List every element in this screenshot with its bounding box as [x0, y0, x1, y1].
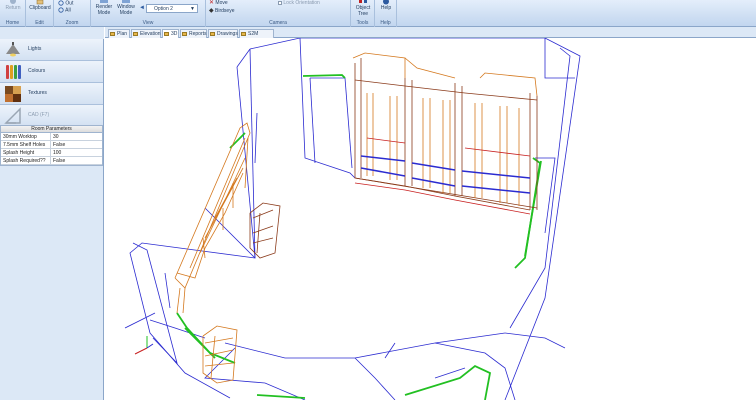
chevron-down-icon: ▼ — [190, 6, 195, 12]
ribbon-group-label-help: Help — [380, 20, 391, 26]
object-tree-button[interactable]: Object Tree — [352, 0, 374, 17]
lock-orientation-checkbox[interactable]: Lock Orientation — [278, 0, 338, 6]
move-label: Move — [215, 0, 228, 6]
tab-s2m-center[interactable]: S2M Center — [239, 29, 274, 45]
param-value[interactable]: False — [51, 157, 102, 164]
cad-icon — [4, 107, 21, 124]
tab-3d[interactable]: 3D — [162, 29, 179, 38]
ribbon-group-label-home: Home — [5, 20, 20, 26]
help-button[interactable]: Help — [376, 0, 396, 11]
textures-label: Textures — [28, 90, 47, 96]
lights-button[interactable]: Lights — [0, 39, 103, 61]
param-value[interactable]: 100 — [51, 149, 102, 156]
object-tree-label: Object Tree — [355, 5, 371, 17]
window-mode-label: Window Mode — [117, 4, 135, 16]
colours-icon — [6, 65, 21, 79]
left-wall-cabinets — [174, 122, 251, 314]
textures-button[interactable]: Textures — [0, 83, 103, 105]
ribbon-group-label-view: View — [142, 20, 154, 26]
3d-icon — [164, 32, 169, 36]
colours-button[interactable]: Colours — [0, 61, 103, 83]
ribbon: Return Home Clipboard Edit Out All Zoom … — [0, 0, 756, 27]
ribbon-group-label-camera: Camera — [269, 20, 287, 26]
tab-plan[interactable]: Plan — [108, 29, 130, 38]
ribbon-group-camera: ✕ Move ◆ Birdseye Lock Orientation Camer… — [206, 0, 351, 27]
ribbon-group-edit: Clipboard Edit — [26, 0, 54, 27]
window-mode-button[interactable]: Window Mode — [115, 0, 137, 16]
zoom-all-icon — [58, 7, 64, 13]
back-wall-cabinet-frames — [352, 52, 538, 206]
tab-label: Drawings — [217, 31, 238, 37]
ribbon-group-home: Return Home — [0, 0, 26, 27]
param-value[interactable]: 30 — [51, 133, 102, 140]
option-select-value: Option 2 — [154, 6, 173, 12]
tab-label: Plan — [117, 31, 128, 37]
move-button[interactable]: ✕ Move — [209, 0, 249, 6]
zoom-all-button[interactable]: All — [58, 7, 88, 13]
colours-label: Colours — [28, 68, 46, 74]
param-key: 30mm Worktop — [1, 133, 51, 140]
param-key: 7.5mm Shelf Holes — [1, 141, 51, 148]
plan-icon — [110, 32, 115, 36]
room-walls — [124, 38, 581, 400]
tab-reports[interactable]: Reports — [180, 29, 207, 38]
s2m-center-icon — [241, 32, 246, 36]
reports-icon — [182, 32, 187, 36]
zoom-all-label: All — [65, 7, 71, 14]
3d-viewport[interactable] — [105, 38, 756, 400]
checkbox-icon — [278, 0, 282, 5]
ribbon-group-label-tools: Tools — [356, 20, 369, 26]
param-value[interactable]: False — [51, 141, 102, 148]
cad-label: CAD (F7) — [28, 112, 50, 118]
zoom-out-button[interactable]: Out — [58, 0, 88, 6]
zoom-out-label: Out — [65, 0, 74, 7]
ribbon-group-tools: Object Tree Tools — [351, 0, 375, 27]
tab-label: 3D — [171, 31, 178, 37]
lock-orientation-label: Lock Orientation — [283, 0, 320, 6]
param-key: Splash Height — [1, 149, 51, 156]
render-mode-label: Render Mode — [95, 4, 113, 16]
cad-button[interactable]: CAD (F7) — [0, 105, 103, 127]
room-parameters-title: Room Parameters — [1, 126, 102, 133]
return-button[interactable]: Return — [2, 0, 24, 11]
wireframe-room-drawing[interactable] — [105, 38, 756, 400]
drawings-icon — [210, 32, 215, 36]
birdseye-icon: ◆ — [209, 8, 214, 14]
ribbon-group-view: Render Mode Window Mode ◄ Option 2 ▼ Vie… — [91, 0, 206, 27]
birdseye-button[interactable]: ◆ Birdseye — [209, 8, 249, 14]
param-row[interactable]: 7.5mm Shelf Holes False — [1, 141, 102, 149]
axis-indicator — [134, 336, 154, 355]
ribbon-group-help: Help Help — [375, 0, 397, 27]
move-icon: ✕ — [209, 0, 215, 6]
view-tabs: Plan Elevation 3D Reports Drawings S2M C… — [105, 27, 756, 45]
param-key: Splash Required?? — [1, 157, 51, 164]
zoom-out-icon — [58, 0, 64, 6]
prev-option-arrow-icon[interactable]: ◄ — [139, 5, 145, 11]
return-label: Return — [5, 5, 21, 11]
option-select[interactable]: Option 2 ▼ — [146, 4, 198, 13]
ribbon-group-zoom: Out All Zoom — [54, 0, 91, 27]
render-mode-button[interactable]: Render Mode — [93, 0, 115, 16]
param-row[interactable]: 30mm Worktop 30 — [1, 133, 102, 141]
tab-elevation[interactable]: Elevation — [131, 29, 161, 38]
birdseye-label: Birdseye — [215, 8, 235, 14]
lights-icon — [6, 42, 20, 57]
clipboard-button[interactable]: Clipboard — [27, 0, 53, 11]
ribbon-group-label-edit: Edit — [35, 20, 44, 26]
help-label: Help — [380, 5, 392, 11]
lights-label: Lights — [28, 46, 42, 52]
ribbon-group-label-zoom: Zoom — [65, 20, 79, 26]
left-panel: Lights Colours Textures CAD (F7) Room Pa… — [0, 27, 104, 400]
left-panel-header — [0, 27, 104, 39]
textures-icon — [5, 86, 21, 102]
room-parameters-table: Room Parameters 30mm Worktop 30 7.5mm Sh… — [0, 125, 103, 166]
param-row[interactable]: Splash Required?? False — [1, 157, 102, 165]
tab-drawings[interactable]: Drawings — [208, 29, 238, 38]
tab-label: Reports — [189, 31, 207, 37]
elevation-icon — [133, 32, 138, 36]
param-row[interactable]: Splash Height 100 — [1, 149, 102, 157]
clipboard-label: Clipboard — [29, 5, 51, 11]
tab-label: Elevation — [140, 31, 161, 37]
